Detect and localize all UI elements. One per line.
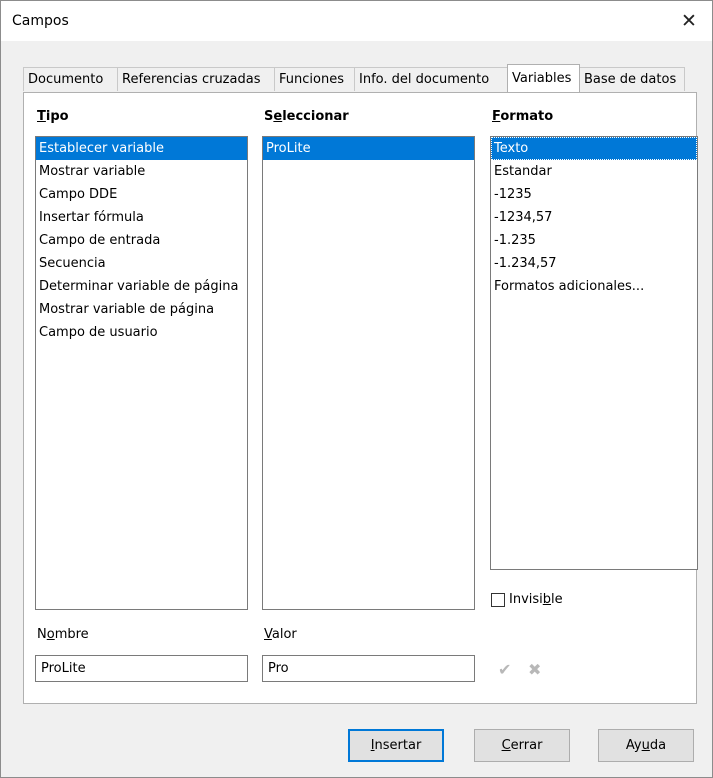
list-item[interactable]: -1.234,57: [491, 252, 697, 275]
list-item[interactable]: Campo de entrada: [36, 229, 247, 252]
tipo-list[interactable]: Establecer variable Mostrar variable Cam…: [35, 136, 248, 610]
list-item[interactable]: Secuencia: [36, 252, 247, 275]
tab-base-datos[interactable]: Base de datos: [579, 67, 685, 91]
formato-label: Formato: [492, 109, 554, 124]
tab-info-documento[interactable]: Info. del documento: [354, 67, 508, 91]
title-bar: Campos ✕: [1, 1, 712, 41]
tab-funciones[interactable]: Funciones: [274, 67, 355, 91]
list-item[interactable]: Campo de usuario: [36, 321, 247, 344]
formato-list[interactable]: Texto Estandar -1235 -1234,57 -1.235 -1.…: [490, 136, 698, 570]
list-item[interactable]: -1234,57: [491, 206, 697, 229]
invisible-checkbox[interactable]: [491, 592, 505, 607]
list-item[interactable]: Establecer variable: [36, 137, 247, 160]
nombre-input[interactable]: ProLite: [35, 655, 248, 682]
tab-referencias-cruzadas[interactable]: Referencias cruzadas: [117, 67, 275, 91]
valor-label: Valor: [264, 627, 297, 642]
insertar-button[interactable]: Insertar: [348, 729, 444, 762]
dialog-title: Campos: [12, 13, 69, 29]
nombre-label: Nombre: [37, 627, 89, 642]
list-item[interactable]: Mostrar variable de página: [36, 298, 247, 321]
check-icon[interactable]: ✔: [498, 660, 511, 679]
x-icon[interactable]: ✖: [528, 660, 541, 679]
tab-variables[interactable]: Variables: [507, 64, 580, 92]
seleccionar-list[interactable]: ProLite: [262, 136, 475, 610]
list-item[interactable]: Texto: [491, 137, 697, 160]
valor-input[interactable]: Pro: [262, 655, 475, 682]
list-item[interactable]: Estandar: [491, 160, 697, 183]
invisible-option[interactable]: Invisible: [491, 592, 563, 607]
fields-dialog: Campos ✕ Documento Referencias cruzadas …: [0, 0, 713, 778]
invisible-label: Invisible: [509, 592, 563, 607]
tipo-label: Tipo: [37, 109, 69, 124]
list-item[interactable]: Campo DDE: [36, 183, 247, 206]
list-item[interactable]: -1235: [491, 183, 697, 206]
ayuda-button[interactable]: Ay u da: [598, 729, 694, 762]
cerrar-button[interactable]: Cerrar: [474, 729, 570, 762]
list-item[interactable]: Determinar variable de página: [36, 275, 247, 298]
tab-documento[interactable]: Documento: [23, 67, 118, 91]
list-item[interactable]: Formatos adicionales...: [491, 275, 697, 298]
list-item[interactable]: Insertar fórmula: [36, 206, 247, 229]
seleccionar-label: Seleccionar: [264, 109, 349, 124]
close-icon[interactable]: ✕: [666, 1, 712, 41]
list-item[interactable]: -1.235: [491, 229, 697, 252]
list-item[interactable]: Mostrar variable: [36, 160, 247, 183]
list-item[interactable]: ProLite: [263, 137, 474, 160]
